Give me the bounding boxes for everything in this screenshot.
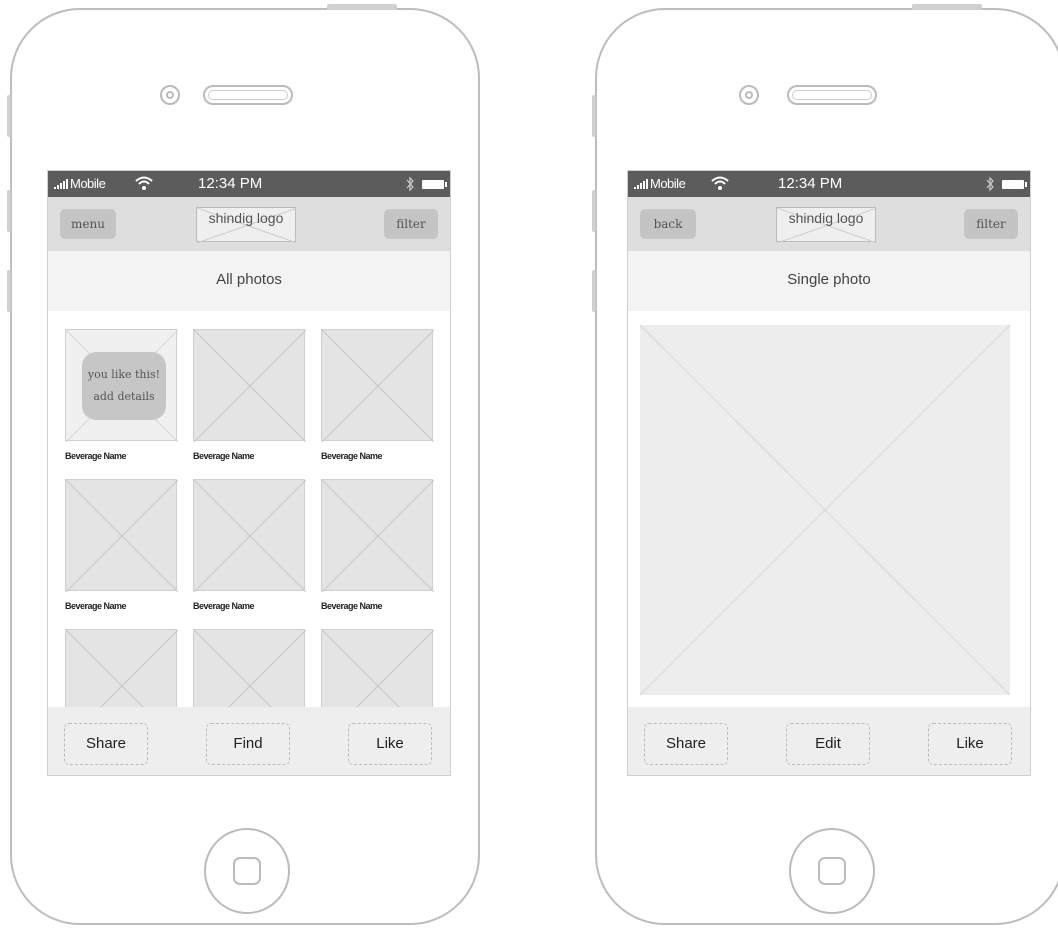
photo-tile[interactable] (193, 479, 306, 592)
photo-tile[interactable] (193, 629, 306, 707)
tile-label: Beverage Name (65, 451, 127, 461)
image-placeholder-icon (322, 330, 434, 442)
volume-up-button (592, 190, 596, 232)
photo-tile[interactable] (321, 479, 434, 592)
image-placeholder-icon (322, 480, 434, 592)
photo-tile[interactable] (65, 629, 178, 707)
mute-switch (7, 95, 11, 137)
photo-grid: you like this! add details Beverage Name… (48, 311, 450, 707)
power-button (327, 4, 397, 10)
bottom-toolbar: Share Find Like (48, 707, 450, 775)
image-placeholder-icon (194, 330, 306, 442)
photo-tile[interactable]: you like this! add details (65, 329, 178, 442)
tile-label: Beverage Name (193, 451, 255, 461)
screen-all-photos: Mobile 12:34 PM menu shindig logo filter… (47, 170, 451, 776)
logo-placeholder: shindig logo (776, 207, 877, 243)
tile-label: Beverage Name (321, 451, 383, 461)
logo-text: shindig logo (788, 210, 864, 226)
logo-placeholder: shindig logo (196, 207, 297, 243)
camera-icon (739, 85, 759, 105)
phone-frame-right: Mobile 12:34 PM back shindig logo filter… (592, 4, 1058, 925)
phone-frame-left: Mobile 12:34 PM menu shindig logo filter… (7, 4, 480, 925)
nav-bar: menu shindig logo filter (48, 197, 450, 251)
like-overlay-line2: add details (93, 390, 155, 403)
like-overlay[interactable]: you like this! add details (82, 352, 166, 420)
page-title: All photos (216, 271, 282, 288)
camera-icon (160, 85, 180, 105)
large-photo[interactable] (640, 325, 1010, 695)
photo-view (628, 311, 1030, 707)
wifi-icon (135, 176, 153, 190)
tile-label: Beverage Name (193, 601, 255, 611)
bluetooth-icon (986, 176, 994, 192)
home-square-icon (233, 857, 261, 885)
volume-down-button (7, 270, 11, 312)
filter-button[interactable]: filter (384, 209, 438, 239)
carrier-label: Mobile (70, 176, 106, 191)
image-placeholder-icon (194, 480, 306, 592)
home-button-icon[interactable] (204, 828, 290, 914)
menu-button[interactable]: menu (60, 209, 116, 239)
image-placeholder-icon (640, 325, 1010, 695)
page-title: Single photo (787, 271, 871, 288)
photo-tile[interactable] (321, 329, 434, 442)
find-button[interactable]: Find (206, 723, 290, 765)
photo-tile[interactable] (193, 329, 306, 442)
photo-tile[interactable] (65, 479, 178, 592)
like-overlay-line1: you like this! (87, 368, 161, 381)
signal-icon (634, 179, 648, 189)
title-bar: All photos (48, 251, 450, 311)
status-bar: Mobile 12:34 PM (48, 171, 450, 197)
tile-label: Beverage Name (321, 601, 383, 611)
back-button[interactable]: back (640, 209, 696, 239)
photo-tile[interactable] (321, 629, 434, 707)
carrier-label: Mobile (650, 176, 686, 191)
image-placeholder-icon (322, 630, 434, 707)
like-button[interactable]: Like (928, 723, 1012, 765)
signal-icon (54, 179, 68, 189)
home-button-icon[interactable] (789, 828, 875, 914)
image-placeholder-icon (66, 630, 178, 707)
nav-bar: back shindig logo filter (628, 197, 1030, 251)
title-bar: Single photo (628, 251, 1030, 311)
edit-button[interactable]: Edit (786, 723, 870, 765)
share-button[interactable]: Share (64, 723, 148, 765)
share-button[interactable]: Share (644, 723, 728, 765)
status-time: 12:34 PM (778, 175, 843, 192)
power-button (912, 4, 982, 10)
tile-label: Beverage Name (65, 601, 127, 611)
battery-icon (422, 180, 447, 189)
screen-single-photo: Mobile 12:34 PM back shindig logo filter… (627, 170, 1031, 776)
status-time: 12:34 PM (198, 175, 263, 192)
like-button[interactable]: Like (348, 723, 432, 765)
status-bar: Mobile 12:34 PM (628, 171, 1030, 197)
bluetooth-icon (406, 176, 414, 192)
logo-text: shindig logo (208, 210, 284, 226)
speaker-icon (203, 85, 293, 105)
image-placeholder-icon (66, 480, 178, 592)
volume-down-button (592, 270, 596, 312)
bottom-toolbar: Share Edit Like (628, 707, 1030, 775)
home-square-icon (818, 857, 846, 885)
speaker-icon (787, 85, 877, 105)
wifi-icon (711, 176, 729, 190)
mute-switch (592, 95, 596, 137)
battery-icon (1002, 180, 1027, 189)
filter-button[interactable]: filter (964, 209, 1018, 239)
volume-up-button (7, 190, 11, 232)
image-placeholder-icon (194, 630, 306, 707)
